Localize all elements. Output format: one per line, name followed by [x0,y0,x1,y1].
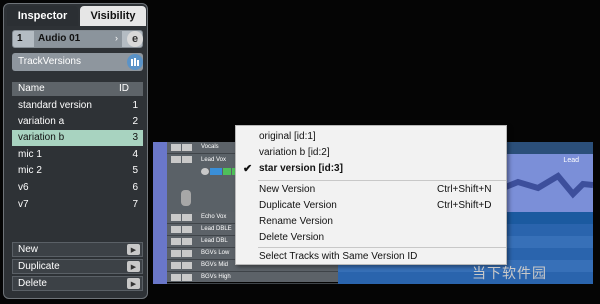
event-label: Lead [563,157,579,164]
menu-separator [258,180,506,181]
track-tab[interactable] [153,248,167,260]
menu-item-rename-version[interactable]: Rename Version [236,214,506,230]
track-number: 1 [17,33,23,44]
column-header-name[interactable]: Name [18,83,45,94]
play-icon[interactable]: ▶ [127,261,140,272]
version-id: 5 [132,165,138,176]
version-name: mic 1 [18,149,42,160]
tab-inspector[interactable]: Inspector [7,6,78,26]
menu-item-label: star version [id:3] [259,163,343,174]
track-name: Echo Vox [201,214,227,220]
event-lane[interactable] [338,272,593,284]
versions-list-header: Name ID [12,82,143,96]
track-name: Lead DBLE [201,226,232,232]
track-name-field[interactable]: Audio 01 [34,31,122,47]
menu-item-shortcut: Ctrl+Shift+N [437,184,492,195]
track-tab[interactable] [153,154,167,212]
menu-item-version[interactable]: original [id:1] [236,129,506,145]
menu-item-label: Delete Version [259,232,325,243]
track-name: Lead DBL [201,238,228,244]
track-name: BGVs High [201,274,231,280]
checkmark-icon: ✔ [243,163,253,175]
track-tab[interactable] [153,272,167,284]
new-version-button[interactable]: New ▶ [12,242,143,257]
version-id: 6 [132,182,138,193]
track-name: BGVs Low [201,250,230,256]
tab-visibility[interactable]: Visibility [80,6,146,26]
menu-item-version-active[interactable]: ✔ star version [id:3] [236,161,506,177]
chevron-right-icon[interactable]: › [115,33,118,43]
menu-item-select-tracks[interactable]: Select Tracks with Same Version ID [236,249,506,265]
mute-solo-buttons[interactable] [171,238,193,245]
track-tab[interactable] [153,260,167,272]
microphone-icon [181,190,191,206]
mute-solo-buttons[interactable] [171,214,193,221]
track-tab[interactable] [153,236,167,248]
track-tab[interactable] [153,224,167,236]
track-tab[interactable] [153,212,167,224]
menu-item-label: Select Tracks with Same Version ID [259,251,418,262]
version-id: 1 [132,100,138,111]
version-row[interactable]: v7 7 [12,197,143,213]
version-name: v7 [18,199,29,210]
menu-item-version[interactable]: variation b [id:2] [236,145,506,161]
version-name: mic 2 [18,165,42,176]
version-row[interactable]: mic 2 5 [12,163,143,179]
version-name: v6 [18,182,29,193]
duplicate-version-button[interactable]: Duplicate ▶ [12,259,143,274]
version-row-selected[interactable]: variation b 3 [12,130,143,146]
play-icon[interactable]: ▶ [127,244,140,255]
version-row[interactable]: v6 6 [12,180,143,196]
version-id: 3 [132,132,138,143]
track-name-row: 1 Audio 01 › e [12,30,143,48]
folder-icon[interactable] [153,142,167,154]
version-row[interactable]: standard version 1 [12,98,143,114]
menu-item-label: Duplicate Version [259,200,337,211]
mute-solo-buttons[interactable] [171,156,193,163]
delete-version-button[interactable]: Delete ▶ [12,276,143,291]
version-row[interactable]: mic 1 4 [12,147,143,163]
track-versions-menu: original [id:1] variation b [id:2] ✔ sta… [235,125,507,265]
track-versions-header[interactable]: TrackVersions [12,53,143,71]
column-header-id[interactable]: ID [119,83,129,94]
mute-solo-buttons[interactable] [171,144,193,151]
edit-icon[interactable]: e [127,31,143,47]
menu-item-shortcut: Ctrl+Shift+D [437,200,492,211]
version-name: standard version [18,100,92,111]
track-versions-title: TrackVersions [18,56,81,67]
menu-item-new-version[interactable]: New Version Ctrl+Shift+N [236,182,506,198]
version-name: variation a [18,116,65,127]
mute-solo-buttons[interactable] [171,262,193,269]
track-name: BGVs Mid [201,262,229,268]
watermark: 当下软件园 [472,265,547,281]
version-name: variation b [18,132,65,143]
mute-solo-buttons[interactable] [171,274,193,281]
mute-solo-buttons[interactable] [171,226,193,233]
duplicate-label: Duplicate [18,261,60,272]
new-label: New [18,244,39,255]
menu-item-delete-version[interactable]: Delete Version [236,230,506,246]
track-name: Vocals [201,144,219,150]
menu-item-duplicate-version[interactable]: Duplicate Version Ctrl+Shift+D [236,198,506,214]
menu-separator [258,247,506,248]
menu-item-label: original [id:1] [259,131,316,142]
play-icon[interactable]: ▶ [127,278,140,289]
track-header[interactable]: BGVs High [153,272,338,284]
menu-item-label: variation b [id:2] [259,147,330,158]
menu-item-label: New Version [259,184,316,195]
version-id: 4 [132,149,138,160]
track-versions-icon[interactable] [127,54,143,70]
version-id: 2 [132,116,138,127]
delete-label: Delete [18,278,47,289]
inspector-panel: Inspector Visibility 1 Audio 01 › e Trac… [3,3,148,299]
mute-solo-buttons[interactable] [171,250,193,257]
menu-item-label: Rename Version [259,216,333,227]
version-row[interactable]: variation a 2 [12,114,143,130]
track-name: Lead Vox [201,157,227,163]
version-id: 7 [132,199,138,210]
